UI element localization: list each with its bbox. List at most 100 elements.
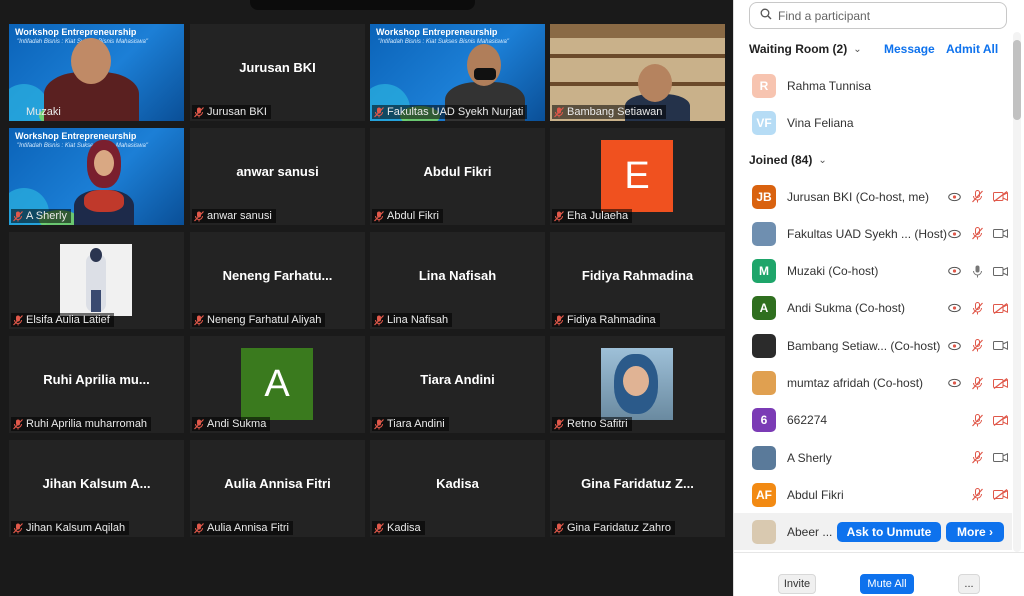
video-tile[interactable]: A Andi Sukma bbox=[190, 336, 365, 433]
participant-display-name: Abdul Fikri bbox=[423, 164, 492, 179]
mic-muted-icon bbox=[194, 522, 204, 534]
tile-name-label: Bambang Setiawan bbox=[552, 105, 667, 119]
participant-status-icons bbox=[947, 301, 1008, 316]
admit-all-button[interactable]: Admit All bbox=[946, 42, 998, 56]
waiting-participant-row[interactable]: VF Vina Feliana bbox=[734, 104, 1012, 141]
mic-muted-icon bbox=[554, 106, 564, 118]
participant-row[interactable]: Bambang Setiaw... (Co-host) bbox=[734, 327, 1012, 364]
video-tile[interactable]: Jihan Kalsum A... Jihan Kalsum Aqilah bbox=[9, 440, 184, 537]
participant-display-name: Jurusan BKI bbox=[239, 60, 316, 75]
search-participant[interactable] bbox=[749, 2, 1007, 29]
mute-all-button[interactable]: Mute All bbox=[860, 574, 914, 594]
video-tile[interactable]: Ruhi Aprilia mu... Ruhi Aprilia muharroma… bbox=[9, 336, 184, 433]
video-tile[interactable]: Neneng Farhatu... Neneng Farhatul Aliyah bbox=[190, 232, 365, 329]
waiting-room-header[interactable]: Waiting Room (2) ⌄ bbox=[749, 42, 862, 56]
chevron-down-icon[interactable]: ⌄ bbox=[853, 44, 861, 55]
participant-row[interactable]: A Sherly bbox=[734, 439, 1012, 476]
more-button[interactable]: More › bbox=[946, 521, 1004, 542]
search-icon bbox=[760, 7, 772, 25]
banner-title: Workshop Entrepreneurship bbox=[15, 131, 137, 141]
video-tile[interactable]: E Eha Julaeha bbox=[550, 128, 725, 225]
zoom-window: Workshop Entrepreneurship "Intifadah Bisn… bbox=[0, 0, 1024, 596]
participant-display-name: Lina Nafisah bbox=[418, 268, 497, 283]
participant-display-name: Fidiya Rahmadina bbox=[581, 268, 694, 283]
message-button[interactable]: Message bbox=[884, 42, 935, 56]
mic-muted-icon bbox=[374, 106, 384, 118]
video-tile[interactable]: Abdul Fikri Abdul Fikri bbox=[370, 128, 545, 225]
video-tile[interactable]: Workshop Entrepreneurship "Intifadah Bisn… bbox=[370, 24, 545, 121]
participant-name: Jurusan BKI (Co-host, me) bbox=[787, 189, 930, 204]
more-options-button[interactable]: ... bbox=[958, 574, 980, 594]
mic-icon[interactable] bbox=[970, 264, 985, 279]
top-toolbar-handle[interactable] bbox=[250, 0, 475, 10]
tile-name-label: Eha Julaeha bbox=[552, 209, 633, 223]
participant-display-name: Kadisa bbox=[436, 476, 479, 491]
mic-muted-icon bbox=[374, 314, 384, 326]
video-tile[interactable]: Bambang Setiawan bbox=[550, 24, 725, 121]
video-tile[interactable]: Workshop Entrepreneurship "Intifadah Bisn… bbox=[9, 128, 184, 225]
tile-name-label: Jurusan BKI bbox=[192, 105, 271, 119]
mic-muted-icon[interactable] bbox=[970, 376, 985, 391]
participant-row-hover[interactable]: Abeer ... Ask to Unmute More › bbox=[734, 513, 1012, 550]
video-tile[interactable]: Elsifa Aulia Latief bbox=[9, 232, 184, 329]
mic-muted-icon bbox=[13, 107, 23, 118]
video-tile[interactable]: Gina Faridatuz Z... Gina Faridatuz Zahro bbox=[550, 440, 725, 537]
video-tile[interactable]: anwar sanusi anwar sanusi bbox=[190, 128, 365, 225]
invite-button[interactable]: Invite bbox=[778, 574, 816, 594]
search-input[interactable] bbox=[778, 8, 998, 23]
panel-footer: Invite Mute All ... bbox=[734, 552, 1024, 596]
participant-display-name: anwar sanusi bbox=[236, 164, 319, 179]
camera-icon bbox=[993, 338, 1008, 353]
participant-name: Ruhi Aprilia muharromah bbox=[26, 418, 148, 430]
camera-icon bbox=[993, 226, 1008, 241]
camera-off-icon bbox=[993, 189, 1008, 204]
participant-row[interactable]: Fakultas UAD Syekh ... (Host) bbox=[734, 215, 1012, 252]
mic-muted-icon[interactable] bbox=[970, 413, 985, 428]
video-tile[interactable]: Tiara Andini Tiara Andini bbox=[370, 336, 545, 433]
participant-status-icons bbox=[970, 487, 1008, 502]
avatar: VF bbox=[752, 110, 776, 135]
video-tile[interactable]: Lina Nafisah Lina Nafisah bbox=[370, 232, 545, 329]
video-tile[interactable]: Fidiya Rahmadina Fidiya Rahmadina bbox=[550, 232, 725, 329]
participant-row[interactable]: M Muzaki (Co-host) bbox=[734, 253, 1012, 290]
mic-muted-icon[interactable] bbox=[970, 189, 985, 204]
video-tile[interactable]: Retno Safitri bbox=[550, 336, 725, 433]
participant-name: Abdul Fikri bbox=[787, 487, 844, 502]
mic-muted-icon bbox=[374, 418, 384, 430]
participant-row[interactable]: mumtaz afridah (Co-host) bbox=[734, 365, 1012, 402]
avatar: M bbox=[752, 259, 776, 284]
scrollbar-thumb[interactable] bbox=[1013, 40, 1021, 120]
tile-name-label: Lina Nafisah bbox=[372, 313, 453, 327]
avatar bbox=[752, 519, 776, 544]
participant-name: Muzaki (Co-host) bbox=[787, 264, 879, 279]
waiting-participant-row[interactable]: R Rahma Tunnisa bbox=[734, 67, 1012, 104]
camera-off-icon bbox=[993, 376, 1008, 391]
video-tile[interactable]: Jurusan BKI Jurusan BKI bbox=[190, 24, 365, 121]
participant-status-icons bbox=[970, 450, 1008, 465]
tile-name-label: Muzaki bbox=[11, 105, 65, 119]
mic-muted-icon[interactable] bbox=[970, 487, 985, 502]
participant-row[interactable]: JB Jurusan BKI (Co-host, me) bbox=[734, 178, 1012, 215]
mic-muted-icon bbox=[194, 210, 204, 222]
participant-row[interactable]: A Andi Sukma (Co-host) bbox=[734, 290, 1012, 327]
joined-header[interactable]: Joined (84) ⌄ bbox=[749, 153, 827, 167]
video-tile[interactable]: Workshop Entrepreneurship "Intifadah Bisn… bbox=[9, 24, 184, 121]
scrollbar[interactable] bbox=[1013, 32, 1021, 552]
video-tile[interactable]: Aulia Annisa Fitri Aulia Annisa Fitri bbox=[190, 440, 365, 537]
participant-status-icons bbox=[947, 376, 1008, 391]
ask-to-unmute-button[interactable]: Ask to Unmute bbox=[837, 521, 941, 542]
mic-muted-icon[interactable] bbox=[970, 450, 985, 465]
screen-share-icon bbox=[947, 338, 962, 353]
mic-muted-icon[interactable] bbox=[970, 338, 985, 353]
mic-muted-icon[interactable] bbox=[970, 301, 985, 316]
mic-muted-icon bbox=[194, 106, 204, 118]
participant-row[interactable]: AF Abdul Fikri bbox=[734, 476, 1012, 513]
mic-muted-icon[interactable] bbox=[970, 226, 985, 241]
participant-row[interactable]: 6 662274 bbox=[734, 402, 1012, 439]
screen-share-icon bbox=[947, 189, 962, 204]
screen-share-icon bbox=[947, 226, 962, 241]
video-tile[interactable]: Kadisa Kadisa bbox=[370, 440, 545, 537]
mic-muted-icon bbox=[374, 210, 384, 222]
chevron-down-icon[interactable]: ⌄ bbox=[818, 155, 826, 166]
participant-name: Vina Feliana bbox=[787, 115, 854, 130]
